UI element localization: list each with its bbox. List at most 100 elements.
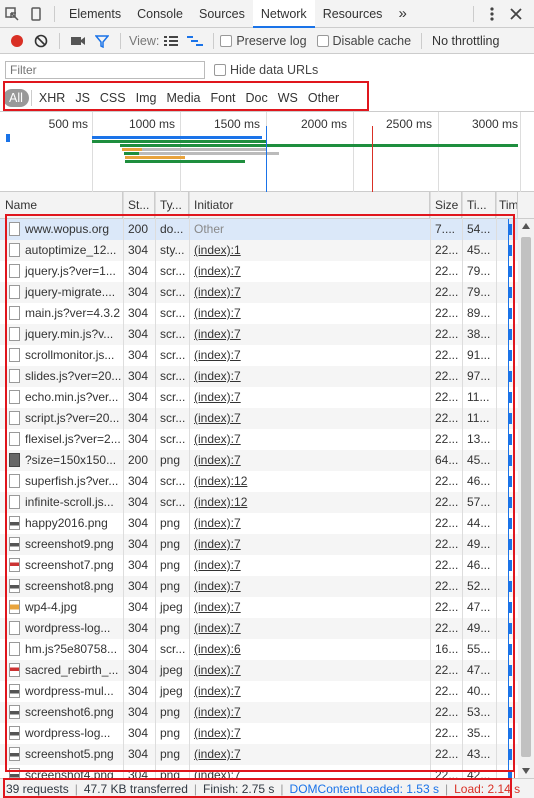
column-header-type[interactable]: Ty... [155, 192, 189, 219]
request-initiator[interactable]: (index):7 [189, 408, 430, 429]
request-row[interactable]: happy2016.png 304 png (index):7 22... 44... [0, 513, 518, 534]
request-row[interactable]: scrollmonitor.js... 304 scr... (index):7 22.… [0, 345, 518, 366]
preserve-log-checkbox[interactable]: Preserve log [220, 34, 307, 48]
request-name[interactable]: wordpress-log... [21, 618, 123, 639]
request-list-scrollbar[interactable] [518, 219, 534, 778]
request-name[interactable]: screenshot7.png [21, 555, 123, 576]
scroll-down-icon[interactable] [522, 768, 530, 774]
type-filter-js[interactable]: JS [70, 89, 95, 107]
request-row[interactable]: echo.min.js?ver... 304 scr... (index):7 22..… [0, 387, 518, 408]
request-name[interactable]: slides.js?ver=20... [21, 366, 123, 387]
tab-elements[interactable]: Elements [61, 0, 129, 28]
request-name[interactable]: ?size=150x150... [21, 450, 123, 471]
request-name[interactable]: superfish.js?ver... [21, 471, 123, 492]
request-row[interactable]: screenshot5.png 304 png (index):7 22... 43... [0, 744, 518, 765]
checkbox-box[interactable] [214, 64, 226, 76]
scrollbar-thumb[interactable] [521, 237, 531, 757]
request-row[interactable]: screenshot4.png 304 png (index):7 22... 42... [0, 765, 518, 778]
request-row[interactable]: wordpress-log... 304 png (index):7 22... 49..… [0, 618, 518, 639]
capture-screenshots-icon[interactable] [66, 29, 90, 53]
request-name[interactable]: script.js?ver=20... [21, 408, 123, 429]
clear-icon[interactable] [29, 29, 53, 53]
request-row[interactable]: infinite-scroll.js... 304 scr... (index):12… [0, 492, 518, 513]
request-name[interactable]: happy2016.png [21, 513, 123, 534]
request-row[interactable]: jquery.js?ver=1... 304 scr... (index):7 22..… [0, 261, 518, 282]
type-filter-xhr[interactable]: XHR [34, 89, 70, 107]
request-name[interactable]: wordpress-log... [21, 723, 123, 744]
request-initiator[interactable]: (index):7 [189, 576, 430, 597]
request-row[interactable]: ?size=150x150... 200 png (index):7 64... 45..… [0, 450, 518, 471]
column-header-initiator[interactable]: Initiator [189, 192, 430, 219]
record-icon[interactable] [5, 29, 29, 53]
scroll-up-icon[interactable] [522, 223, 530, 229]
request-initiator[interactable]: (index):7 [189, 681, 430, 702]
request-initiator[interactable]: (index):7 [189, 303, 430, 324]
request-row[interactable]: script.js?ver=20... 304 scr... (index):7 22.… [0, 408, 518, 429]
request-initiator[interactable]: (index):12 [189, 492, 430, 513]
request-initiator[interactable]: (index):7 [189, 555, 430, 576]
request-initiator[interactable]: (index):7 [189, 597, 430, 618]
throttling-select[interactable]: No throttling [432, 34, 499, 48]
request-name[interactable]: screenshot8.png [21, 576, 123, 597]
inspect-element-icon[interactable] [0, 2, 24, 26]
request-initiator[interactable]: (index):7 [189, 282, 430, 303]
type-filter-font[interactable]: Font [206, 89, 241, 107]
request-name[interactable]: jquery.min.js?v... [21, 324, 123, 345]
request-initiator[interactable]: (index):7 [189, 513, 430, 534]
tab-resources[interactable]: Resources [315, 0, 391, 28]
large-rows-icon[interactable] [159, 29, 183, 53]
checkbox-box[interactable] [220, 34, 233, 47]
request-row[interactable]: wp4-4.jpg 304 jpeg (index):7 22... 47... [0, 597, 518, 618]
request-name[interactable]: hm.js?5e80758... [21, 639, 123, 660]
hide-data-urls-checkbox[interactable]: Hide data URLs [214, 63, 318, 77]
request-initiator[interactable]: (index):7 [189, 744, 430, 765]
request-name[interactable]: flexisel.js?ver=2... [21, 429, 123, 450]
request-initiator[interactable]: (index):7 [189, 345, 430, 366]
filter-input[interactable] [5, 61, 205, 79]
request-initiator[interactable]: (index):7 [189, 387, 430, 408]
request-row[interactable]: flexisel.js?ver=2... 304 scr... (index):7 22… [0, 429, 518, 450]
request-row[interactable]: screenshot6.png 304 png (index):7 22... 53... [0, 702, 518, 723]
tab-network[interactable]: Network [252, 0, 315, 28]
more-options-icon[interactable] [480, 2, 504, 26]
request-initiator[interactable]: (index):7 [189, 723, 430, 744]
request-initiator[interactable]: (index):7 [189, 450, 430, 471]
request-name[interactable]: www.wopus.org [21, 219, 123, 240]
request-row[interactable]: wordpress-mul... 304 jpeg (index):7 22... 40.… [0, 681, 518, 702]
request-row[interactable]: jquery.min.js?v... 304 scr... (index):7 22..… [0, 324, 518, 345]
type-filter-media[interactable]: Media [161, 89, 205, 107]
request-name[interactable]: jquery-migrate.... [21, 282, 123, 303]
request-name[interactable]: scrollmonitor.js... [21, 345, 123, 366]
type-filter-img[interactable]: Img [131, 89, 162, 107]
request-initiator[interactable]: (index):12 [189, 471, 430, 492]
request-initiator[interactable]: (index):7 [189, 660, 430, 681]
request-name[interactable]: screenshot9.png [21, 534, 123, 555]
request-initiator[interactable]: (index):7 [189, 261, 430, 282]
column-header-name[interactable]: Name [0, 192, 123, 219]
request-initiator[interactable]: (index):7 [189, 429, 430, 450]
request-initiator[interactable]: (index):7 [189, 702, 430, 723]
filter-icon[interactable] [90, 29, 114, 53]
type-filter-doc[interactable]: Doc [241, 89, 273, 107]
request-row[interactable]: autoptimize_12... 304 sty... (index):1 22...… [0, 240, 518, 261]
type-filter-ws[interactable]: WS [273, 89, 303, 107]
request-row[interactable]: main.js?ver=4.3.2 304 scr... (index):7 22...… [0, 303, 518, 324]
timeline-overview[interactable]: 500 ms 1000 ms 1500 ms 2000 ms 2500 ms 3… [0, 112, 534, 192]
checkbox-box[interactable] [316, 34, 329, 47]
request-name[interactable]: main.js?ver=4.3.2 [21, 303, 123, 324]
request-row[interactable]: slides.js?ver=20... 304 scr... (index):7 22.… [0, 366, 518, 387]
disable-cache-checkbox[interactable]: Disable cache [316, 34, 411, 48]
request-name[interactable]: autoptimize_12... [21, 240, 123, 261]
request-initiator[interactable]: (index):7 [189, 366, 430, 387]
type-filter-other[interactable]: Other [303, 89, 344, 107]
type-filter-all[interactable]: All [3, 88, 29, 107]
column-header-status[interactable]: St... [123, 192, 155, 219]
request-row[interactable]: superfish.js?ver... 304 scr... (index):12 22… [0, 471, 518, 492]
request-name[interactable]: wordpress-mul... [21, 681, 123, 702]
request-name[interactable]: echo.min.js?ver... [21, 387, 123, 408]
request-row[interactable]: screenshot8.png 304 png (index):7 22... 52... [0, 576, 518, 597]
request-row[interactable]: screenshot9.png 304 png (index):7 22... 49... [0, 534, 518, 555]
column-header-size[interactable]: Size [430, 192, 462, 219]
request-name[interactable]: wp4-4.jpg [21, 597, 123, 618]
tab-console[interactable]: Console [129, 0, 191, 28]
